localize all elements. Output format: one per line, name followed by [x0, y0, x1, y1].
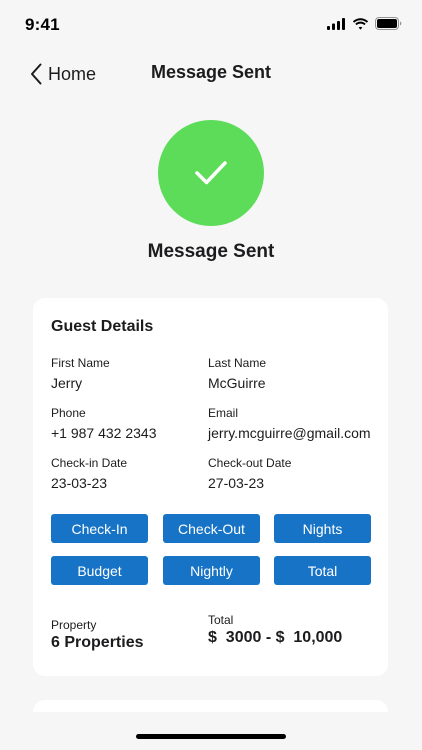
email-value: jerry.mcguirre@gmail.com — [208, 425, 371, 441]
page-title: Message Sent — [150, 62, 272, 82]
budget-chip[interactable]: Budget — [51, 556, 148, 585]
checkmark-icon — [195, 161, 227, 185]
check-in-field: Check-in Date 23-03-23 — [51, 456, 221, 491]
wifi-icon — [352, 17, 369, 30]
check-in-label: Check-in Date — [51, 456, 128, 470]
bottom-fade — [0, 712, 422, 750]
check-out-value: 27-03-23 — [208, 475, 265, 491]
email-field: Email jerry.mcguirre@gmail.com — [208, 406, 378, 441]
total-label: Total — [208, 613, 234, 627]
status-time: 9:41 — [25, 15, 60, 34]
check-out-field: Check-out Date 27-03-23 — [208, 456, 378, 491]
property-value: 6 Properties — [51, 634, 144, 651]
check-out-chip[interactable]: Check-Out — [163, 514, 260, 543]
check-in-chip[interactable]: Check-In — [51, 514, 148, 543]
success-badge — [158, 120, 264, 226]
status-bar: 9:41 — [0, 0, 422, 50]
phone-field: Phone +1 987 432 2343 — [51, 406, 221, 441]
guest-details-card: Guest Details First Name Jerry Last Name… — [33, 298, 388, 676]
home-indicator[interactable] — [136, 734, 286, 739]
phone-label: Phone — [51, 406, 86, 420]
nightly-chip[interactable]: Nightly — [163, 556, 260, 585]
property-label: Property — [51, 618, 97, 632]
last-name-field: Last Name McGuirre — [208, 356, 378, 391]
total-chip[interactable]: Total — [274, 556, 371, 585]
last-name-label: Last Name — [208, 356, 267, 370]
email-label: Email — [208, 406, 239, 420]
cellular-signal-icon — [327, 17, 345, 30]
message-sent-screen: 9:41 Home Message Sent Message Sent Gues… — [0, 0, 422, 750]
success-title: Message Sent — [147, 241, 275, 262]
nights-chip[interactable]: Nights — [274, 514, 371, 543]
navigation-bar: Home Message Sent — [0, 58, 422, 90]
first-name-value: Jerry — [51, 375, 83, 391]
first-name-field: First Name Jerry — [51, 356, 221, 391]
total-value: $ 3000 - $ 10,000 — [208, 629, 343, 646]
last-name-value: McGuirre — [208, 375, 266, 391]
status-icons — [327, 17, 402, 30]
total-summary: Total $ 3000 - $ 10,000 — [208, 613, 378, 647]
check-out-label: Check-out Date — [208, 456, 292, 470]
first-name-label: First Name — [51, 356, 110, 370]
battery-icon — [375, 17, 402, 30]
phone-value: +1 987 432 2343 — [51, 425, 157, 441]
property-summary: Property 6 Properties — [51, 618, 221, 652]
card-title: Guest Details — [51, 318, 154, 335]
check-in-value: 23-03-23 — [51, 475, 108, 491]
